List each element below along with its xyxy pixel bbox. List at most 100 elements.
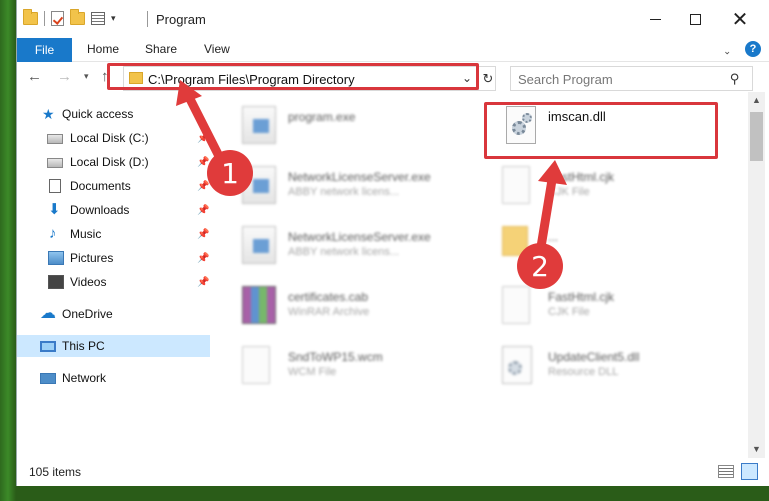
scroll-up-icon[interactable]: ▲ [752, 95, 761, 105]
sidebar-item-label: OneDrive [62, 307, 113, 321]
exe-file-icon [242, 226, 276, 264]
sidebar-item-label: Local Disk (D:) [70, 155, 149, 169]
onedrive-icon: ☁ [40, 305, 56, 322]
music-icon: ♪ [49, 225, 57, 242]
back-button[interactable]: ← [27, 68, 42, 85]
folder-icon[interactable] [23, 9, 38, 25]
folder-icon [129, 72, 143, 84]
sidebar-item-label: Quick access [62, 107, 134, 121]
navigation-pane: ★ Quick access Local Disk (C:) 📌 Local D… [17, 92, 210, 458]
properties-check-icon[interactable] [51, 11, 64, 26]
tab-view[interactable]: View [204, 42, 230, 56]
sidebar-item-videos[interactable]: Videos 📌 [17, 271, 210, 293]
file-type: WinRAR Archive [288, 306, 370, 318]
file-tile[interactable]: NetworkLicenseServer.exe ABBY network li… [236, 156, 471, 212]
file-type: ABBY network licens... [288, 246, 400, 258]
title-bar: ▾ Program ✕ [17, 0, 769, 38]
search-box[interactable]: Search Program ⚲ [510, 66, 753, 91]
sidebar-item-network[interactable]: Network [17, 367, 210, 389]
sidebar-item-label: Music [70, 227, 102, 241]
customize-dropdown-icon[interactable]: ▾ [111, 13, 116, 24]
sidebar-item-documents[interactable]: Documents 📌 [17, 175, 210, 197]
file-name: FastHtml.cjk [548, 290, 614, 304]
properties-icon[interactable] [91, 12, 105, 25]
generic-file-icon [502, 166, 530, 204]
pin-icon: 📌 [197, 204, 210, 216]
file-tile[interactable]: SndToWP15.wcm WCM File [236, 336, 471, 392]
details-view-icon[interactable] [718, 465, 734, 478]
star-icon: ★ [42, 106, 55, 122]
scroll-down-icon[interactable]: ▼ [752, 444, 761, 454]
sidebar-item-downloads[interactable]: ⬇ Downloads 📌 [17, 199, 210, 221]
gear-icon [508, 361, 522, 375]
scroll-thumb[interactable] [750, 112, 763, 161]
tab-share[interactable]: Share [145, 42, 177, 56]
step-1-badge: 1 [207, 150, 253, 196]
recent-locations-icon[interactable]: ▾ [84, 71, 89, 82]
sidebar-item-music[interactable]: ♪ Music 📌 [17, 223, 210, 245]
sidebar-item-label: This PC [62, 339, 105, 353]
file-name: FastHtml.cjk [548, 170, 614, 184]
file-name: NetworkLicenseServer.exe [288, 230, 431, 244]
quick-access-toolbar: ▾ [23, 9, 116, 26]
file-name: ... [548, 230, 559, 244]
file-type: CJK File [548, 186, 590, 198]
file-tile[interactable]: certificates.cab WinRAR Archive [236, 276, 471, 332]
address-bar[interactable]: C:\Program Files\Program Directory ⌄ ↻ [123, 66, 496, 91]
sidebar-item-quick-access[interactable]: ★ Quick access [17, 103, 210, 125]
status-bar: 105 items [17, 458, 769, 486]
file-tile[interactable]: NetworkLicenseServer.exe ABBY network li… [236, 216, 471, 272]
pin-icon: 📌 [197, 252, 210, 264]
pin-icon: 📌 [197, 180, 210, 192]
search-icon[interactable]: ⚲ [730, 71, 740, 87]
disk-icon [47, 158, 63, 168]
pin-icon: 📌 [197, 228, 210, 240]
forward-button[interactable]: → [57, 68, 72, 85]
address-path[interactable]: C:\Program Files\Program Directory [148, 72, 355, 87]
pin-icon: 📌 [197, 276, 210, 288]
file-tile[interactable]: FastHtml.cjk CJK File [496, 156, 731, 212]
new-folder-icon[interactable] [70, 9, 85, 25]
archive-file-icon [242, 286, 276, 324]
maximize-icon [689, 13, 701, 25]
documents-icon [49, 179, 61, 193]
ribbon-tabs: File Home Share View ⌃ ? [17, 38, 769, 62]
refresh-button[interactable]: ↻ [478, 67, 497, 90]
expand-ribbon-icon[interactable]: ⌃ [723, 44, 731, 55]
sidebar-item-this-pc[interactable]: This PC [17, 335, 210, 357]
search-input[interactable]: Search Program [518, 72, 613, 87]
file-type: Resource DLL [548, 366, 619, 378]
sidebar-item-label: Network [62, 371, 107, 385]
pictures-icon [48, 251, 64, 265]
item-count: 105 items [29, 465, 82, 479]
file-tile[interactable]: UpdateClient5.dll Resource DLL [496, 336, 731, 392]
sidebar-item-local-disk-d[interactable]: Local Disk (D:) 📌 [17, 151, 210, 173]
address-dropdown-icon[interactable]: ⌄ [462, 71, 472, 85]
downloads-icon: ⬇ [48, 201, 61, 218]
help-icon[interactable]: ? [745, 41, 761, 57]
large-icons-view-icon[interactable] [741, 463, 758, 480]
tab-home[interactable]: Home [87, 42, 119, 56]
maximize-button[interactable] [672, 0, 718, 38]
up-button[interactable]: ↑ [101, 68, 109, 85]
step-2-badge: 2 [517, 243, 563, 289]
tab-file[interactable]: File [17, 38, 72, 62]
minimize-icon [649, 18, 661, 20]
network-icon [40, 372, 56, 384]
generic-file-icon [242, 346, 270, 384]
sidebar-item-onedrive[interactable]: ☁ OneDrive [17, 303, 210, 325]
navigation-bar: ← → ▾ ↑ C:\Program Files\Program Directo… [17, 62, 769, 92]
sidebar-item-local-disk-c[interactable]: Local Disk (C:) 📌 [17, 127, 210, 149]
file-tile[interactable]: program.exe [236, 96, 471, 152]
file-type: CJK File [548, 306, 590, 318]
pin-icon: 📌 [197, 132, 210, 144]
vertical-scrollbar[interactable]: ▲ ▼ [748, 92, 765, 458]
close-button[interactable]: ✕ [717, 0, 763, 38]
title-separator [147, 11, 148, 27]
file-name: program.exe [288, 110, 356, 124]
sidebar-item-pictures[interactable]: Pictures 📌 [17, 247, 210, 269]
sidebar-item-label: Videos [70, 275, 107, 289]
explorer-window: ▾ Program ✕ File Home Share View ⌃ ? ← →… [16, 0, 769, 486]
file-highlight-box [484, 102, 718, 159]
file-name: certificates.cab [288, 290, 369, 304]
